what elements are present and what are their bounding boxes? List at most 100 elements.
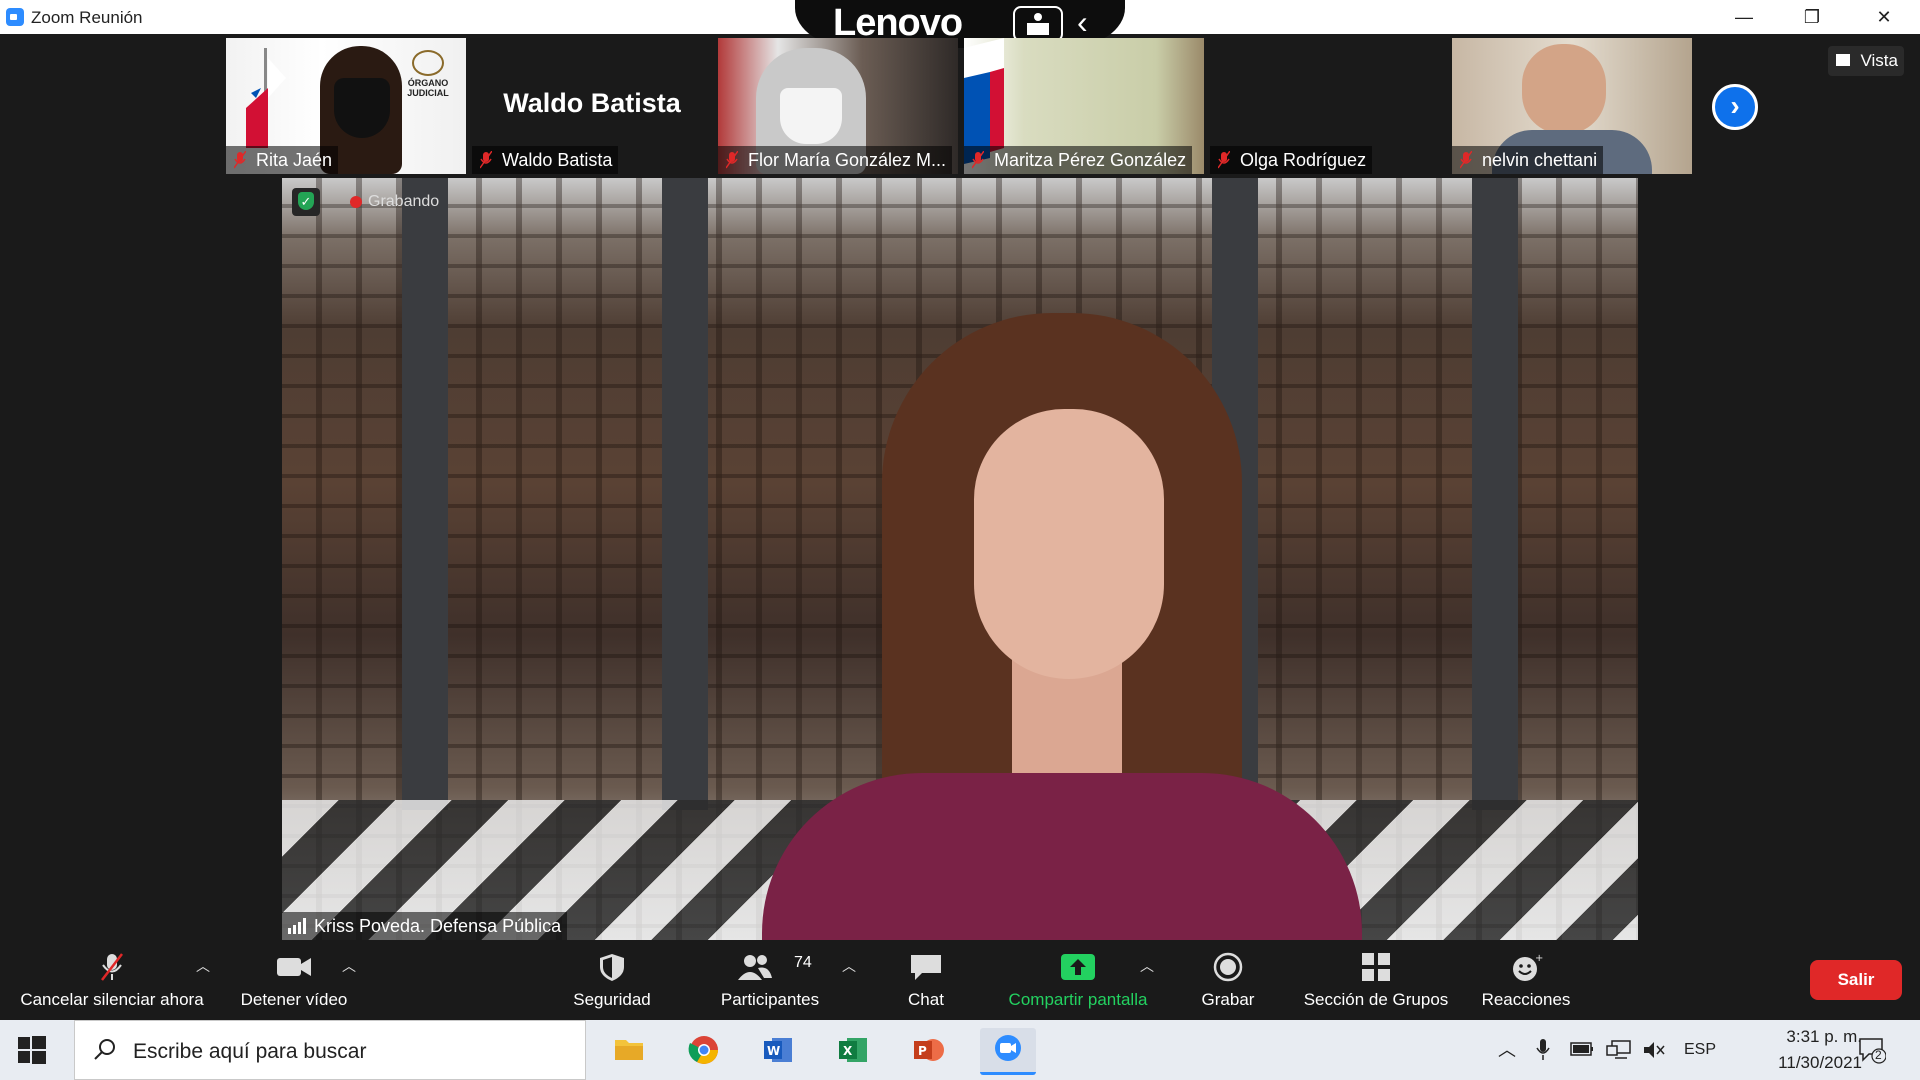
close-button[interactable]: ✕ xyxy=(1856,0,1912,34)
active-speaker-video: Grabando xyxy=(282,178,1638,940)
windows-start-icon[interactable] xyxy=(18,1036,46,1064)
taskbar-clock[interactable]: 3:31 p. m. 11/30/2021 xyxy=(1722,1024,1862,1076)
share-options-caret[interactable]: ︿ xyxy=(1140,956,1154,976)
record-button[interactable]: Grabar xyxy=(1178,944,1278,1020)
zoom-app[interactable] xyxy=(980,1028,1036,1075)
participant-name: Flor María González M... xyxy=(718,146,953,174)
minimize-button[interactable]: — xyxy=(1716,0,1772,34)
clock-date: 11/30/2021 xyxy=(1778,1053,1862,1072)
video-options-caret[interactable]: ︿ xyxy=(342,956,356,976)
file-explorer-app[interactable] xyxy=(606,1028,652,1072)
chevron-right-icon: › xyxy=(1730,90,1740,121)
mic-muted-icon xyxy=(1218,151,1230,169)
participant-tile[interactable]: nelvin chettani xyxy=(1452,38,1692,174)
organo-judicial-logo: ÓRGANO JUDICIAL xyxy=(404,50,452,102)
excel-icon: X xyxy=(839,1038,867,1062)
unmute-button[interactable]: Cancelar silenciar ahora xyxy=(10,944,214,1020)
video-camera-icon xyxy=(277,958,311,976)
recording-label: Grabando xyxy=(368,193,440,210)
svg-text:X: X xyxy=(843,1044,853,1058)
leave-meeting-button[interactable]: Salir xyxy=(1810,960,1902,1000)
next-page-button[interactable]: › xyxy=(1712,84,1758,130)
svg-text:+: + xyxy=(1535,953,1543,964)
participant-name: Olga Rodríguez xyxy=(1210,146,1373,174)
audio-options-caret[interactable]: ︿ xyxy=(196,956,210,976)
share-screen-icon xyxy=(1061,954,1095,980)
chat-bubble-icon xyxy=(911,955,941,980)
panama-flag-icon xyxy=(246,48,286,148)
breakout-rooms-button[interactable]: Sección de Grupos xyxy=(1296,944,1456,1020)
chat-button[interactable]: Chat xyxy=(876,944,976,1020)
chevron-left-icon[interactable]: ‹ xyxy=(1077,4,1088,41)
share-screen-button[interactable]: Compartir pantalla xyxy=(994,944,1162,1020)
encryption-shield-icon[interactable] xyxy=(292,188,320,216)
participants-options-caret[interactable]: ︿ xyxy=(842,956,856,976)
mic-muted-icon xyxy=(234,151,246,169)
powerpoint-icon: P xyxy=(914,1039,944,1061)
mic-muted-icon xyxy=(101,953,123,981)
svg-text:P: P xyxy=(918,1044,927,1058)
notification-count: 2 xyxy=(1875,1048,1882,1062)
background-pillar xyxy=(402,178,448,810)
participant-name: Maritza Pérez González xyxy=(964,146,1193,174)
active-speaker-name: Kriss Poveda. Defensa Pública xyxy=(282,912,568,940)
mic-muted-icon xyxy=(972,151,984,169)
network-icon[interactable] xyxy=(1606,1040,1632,1060)
windows-taskbar: Escribe aquí para buscar W X P ︿ ESP 3:3… xyxy=(0,1020,1920,1080)
zoom-app-icon xyxy=(6,8,24,26)
mic-muted-icon xyxy=(480,151,492,169)
participant-display-name: Waldo Batista xyxy=(503,88,681,118)
chrome-app[interactable] xyxy=(681,1028,727,1072)
participants-button[interactable]: 74 Participantes xyxy=(708,944,832,1020)
word-icon: W xyxy=(764,1038,792,1062)
microphone-tray-icon[interactable] xyxy=(1536,1038,1550,1062)
reactions-button[interactable]: + Reacciones xyxy=(1474,944,1578,1020)
powerpoint-app[interactable]: P xyxy=(906,1028,952,1072)
excel-app[interactable]: X xyxy=(831,1028,877,1072)
shield-icon xyxy=(600,954,624,981)
background-pillar xyxy=(1472,178,1518,810)
view-button[interactable]: Vista xyxy=(1828,46,1904,76)
breakout-rooms-icon xyxy=(1362,953,1390,981)
participant-tile[interactable]: ÓRGANO JUDICIAL Rita Jaén xyxy=(226,38,466,174)
speaker-shirt xyxy=(762,773,1362,940)
mic-muted-icon xyxy=(726,151,738,169)
svg-text:W: W xyxy=(767,1044,780,1058)
volume-muted-icon[interactable] xyxy=(1642,1040,1666,1060)
mic-muted-icon xyxy=(1460,151,1472,169)
show-hidden-icons-chevron[interactable]: ︿ xyxy=(1498,1020,1516,1080)
chrome-icon xyxy=(688,1036,718,1064)
notifications-button[interactable]: 2 xyxy=(1858,1036,1887,1064)
face-mask xyxy=(780,88,842,144)
search-icon xyxy=(94,1039,115,1060)
input-language[interactable]: ESP xyxy=(1684,1020,1716,1080)
participant-name: Rita Jaén xyxy=(226,146,339,174)
participant-tile[interactable]: Flor María González M... xyxy=(718,38,958,174)
window-title: Zoom Reunión xyxy=(31,8,143,27)
speaker-face xyxy=(974,409,1164,679)
record-icon xyxy=(1213,952,1243,982)
folder-icon xyxy=(615,1040,643,1060)
restore-button[interactable]: ❐ xyxy=(1784,0,1840,34)
participants-count: 74 xyxy=(794,954,812,971)
signal-bars-icon xyxy=(288,918,306,934)
grid-icon xyxy=(1836,54,1850,66)
participant-name: nelvin chettani xyxy=(1452,146,1604,174)
participant-tile[interactable]: Olga Rodríguez xyxy=(1210,38,1450,174)
participants-icon xyxy=(738,955,773,980)
meeting-toolbar: Cancelar silenciar ahora ︿ Detener vídeo… xyxy=(0,944,1920,1020)
battery-icon[interactable] xyxy=(1570,1040,1594,1058)
stop-video-button[interactable]: Detener vídeo xyxy=(232,944,356,1020)
word-app[interactable]: W xyxy=(756,1028,802,1072)
search-placeholder: Escribe aquí para buscar xyxy=(133,1040,367,1063)
security-button[interactable]: Seguridad xyxy=(560,944,664,1020)
participant-tile[interactable]: Waldo Batista Waldo Batista xyxy=(472,38,712,174)
clock-time: 3:31 p. m. xyxy=(1786,1027,1862,1046)
speaker-figure xyxy=(762,313,1362,940)
zoom-icon xyxy=(995,1035,1021,1061)
taskbar-search-box[interactable]: Escribe aquí para buscar xyxy=(74,1020,586,1080)
participant-tile[interactable]: Maritza Pérez González xyxy=(964,38,1204,174)
background-pillar xyxy=(662,178,708,810)
recording-dot-icon xyxy=(350,196,362,208)
share-screen-icon[interactable] xyxy=(1013,6,1063,42)
